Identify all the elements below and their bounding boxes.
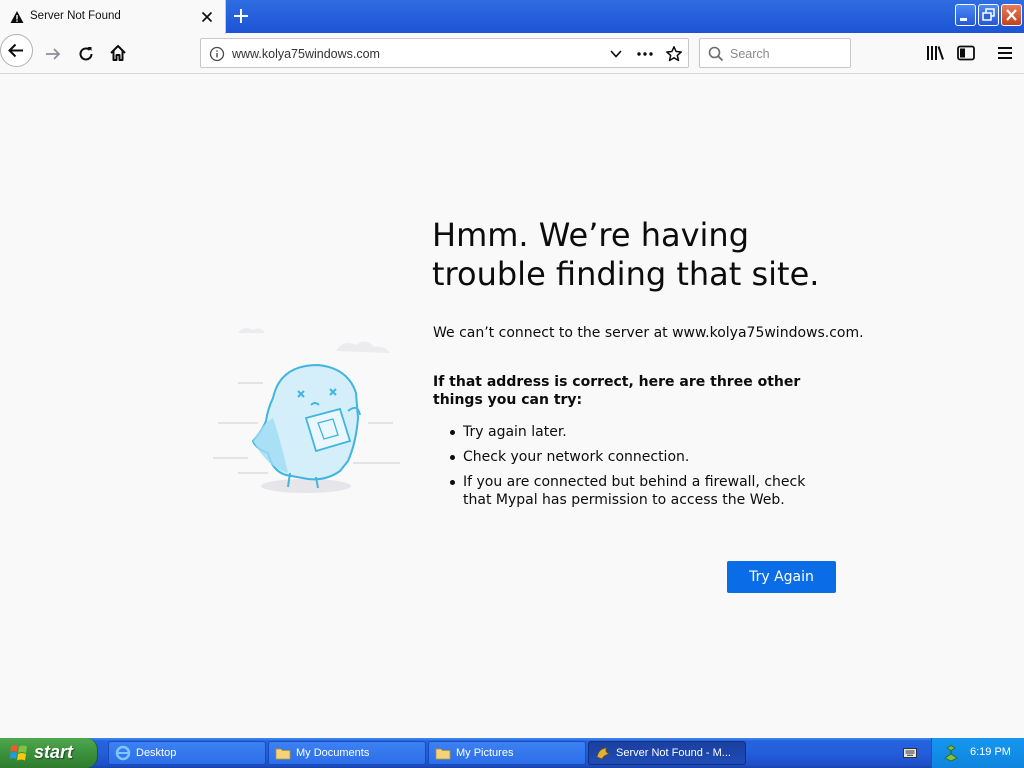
- windows-logo-icon: [10, 745, 27, 761]
- list-item: Try again later.: [433, 423, 833, 441]
- url-bar[interactable]: www.kolya75windows.com: [200, 38, 689, 68]
- task-label: My Documents: [296, 747, 370, 759]
- start-label: start: [34, 742, 74, 762]
- ie-icon: [115, 745, 131, 761]
- network-icon[interactable]: [942, 744, 960, 762]
- sidebar-icon[interactable]: [956, 44, 976, 62]
- search-bar[interactable]: [699, 38, 851, 68]
- close-icon: [1006, 9, 1017, 21]
- search-input[interactable]: [730, 45, 845, 63]
- error-page: Hmm. We’re having trouble finding that s…: [0, 75, 1024, 738]
- mypal-icon: [596, 747, 611, 760]
- page-actions-icon[interactable]: [636, 47, 654, 61]
- url-text: www.kolya75windows.com: [232, 47, 380, 61]
- task-server-not-found[interactable]: Server Not Found - M...: [588, 741, 746, 765]
- error-description: We can’t connect to the server at www.ko…: [433, 325, 864, 341]
- task-label: My Pictures: [456, 747, 514, 759]
- new-tab-icon[interactable]: [231, 6, 251, 26]
- back-button[interactable]: [0, 34, 33, 67]
- tips-list: Try again later. Check your network conn…: [433, 423, 833, 516]
- sad-dinosaur-illustration: [213, 328, 400, 493]
- task-my-documents[interactable]: My Documents: [268, 741, 426, 765]
- title-bar: Server Not Found: [0, 0, 1024, 34]
- restore-button[interactable]: [978, 4, 999, 26]
- tips-heading: If that address is correct, here are thr…: [433, 374, 801, 408]
- tab-server-not-found[interactable]: Server Not Found: [0, 0, 226, 34]
- minimize-icon: [960, 18, 967, 21]
- task-label: Server Not Found - M...: [616, 747, 731, 759]
- task-label: Desktop: [136, 747, 177, 759]
- keyboard-icon[interactable]: [903, 747, 917, 759]
- close-window-button[interactable]: [1001, 4, 1022, 26]
- list-item: If you are connected but behind a firewa…: [433, 473, 833, 509]
- home-icon[interactable]: [108, 43, 128, 63]
- try-again-button[interactable]: Try Again: [727, 561, 836, 593]
- chevron-down-icon[interactable]: [608, 47, 624, 61]
- forward-arrow-icon[interactable]: [43, 44, 63, 64]
- bookmark-star-icon[interactable]: [665, 45, 683, 63]
- minimize-button[interactable]: [955, 4, 976, 26]
- error-title: Hmm. We’re having trouble finding that s…: [432, 216, 820, 293]
- library-icon[interactable]: [925, 44, 945, 62]
- tab-title: Server Not Found: [30, 10, 121, 22]
- warning-icon: [10, 11, 24, 23]
- task-desktop[interactable]: Desktop: [108, 741, 266, 765]
- nav-toolbar: www.kolya75windows.com: [0, 34, 1024, 74]
- task-my-pictures[interactable]: My Pictures: [428, 741, 586, 765]
- start-button[interactable]: start: [0, 738, 98, 768]
- folder-icon: [275, 748, 291, 760]
- info-icon[interactable]: [209, 46, 225, 62]
- close-tab-icon[interactable]: [198, 8, 216, 26]
- taskbar: start Desktop My Documents My Pictures S…: [0, 738, 1024, 768]
- system-tray: 6:19 PM: [931, 738, 1024, 768]
- list-item: Check your network connection.: [433, 448, 833, 466]
- clock: 6:19 PM: [970, 746, 1011, 758]
- restore-icon: [982, 8, 995, 21]
- back-arrow-icon: [8, 43, 23, 58]
- menu-hamburger-icon[interactable]: [995, 44, 1015, 62]
- search-icon: [708, 46, 724, 62]
- folder-icon: [435, 748, 451, 760]
- reload-icon[interactable]: [76, 44, 96, 64]
